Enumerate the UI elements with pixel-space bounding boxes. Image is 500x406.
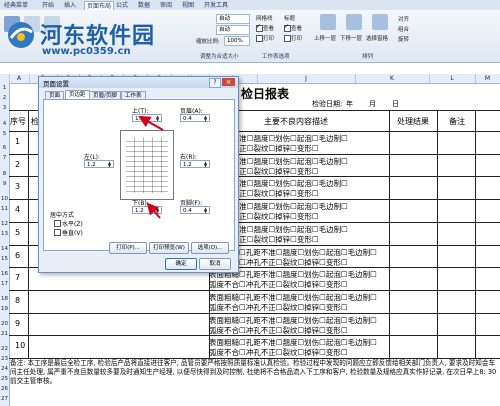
arrow-bottom-margin: [146, 202, 161, 219]
arrow-top-margin: [138, 116, 164, 131]
annotation-arrows: [138, 116, 164, 219]
